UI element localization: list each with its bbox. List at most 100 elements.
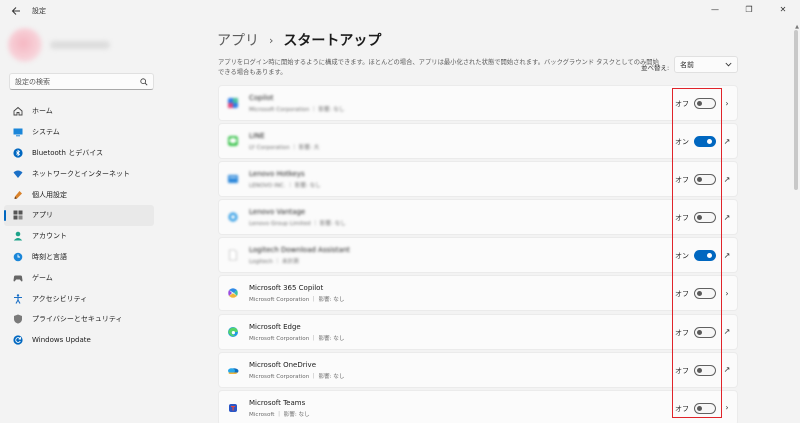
list-item: Lenovo Vantage Lenovo Group Limited ｜ 影響… <box>218 199 738 236</box>
open-external-icon[interactable]: ↗ <box>722 174 732 184</box>
sidebar-item-privacy[interactable]: プライバシーとセキュリティ <box>4 309 154 330</box>
app-details: Microsoft Corporation ｜ 影響: なし <box>249 107 345 113</box>
search-input[interactable]: 設定の検索 <box>9 73 154 90</box>
sidebar-item-personalization[interactable]: 個人用設定 <box>4 184 154 205</box>
privacy-icon <box>13 314 23 324</box>
account-icon <box>13 231 23 241</box>
back-button[interactable] <box>4 0 28 22</box>
system-icon <box>13 127 23 137</box>
restore-button[interactable]: ❐ <box>732 0 766 18</box>
network-icon <box>13 169 23 179</box>
microsoft-edge-app-icon <box>228 326 238 337</box>
list-item: Microsoft OneDrive Microsoft Corporation… <box>218 351 738 388</box>
sidebar-item-accessibility[interactable]: アクセシビリティ <box>4 288 154 309</box>
search-icon <box>140 77 148 85</box>
sidebar-item-label: Windows Update <box>32 336 91 345</box>
sidebar-item-label: システム <box>32 128 60 137</box>
sidebar-item-system[interactable]: システム <box>4 122 154 143</box>
breadcrumb-parent[interactable]: アプリ <box>217 30 259 50</box>
app-details: LY Corporation ｜ 影響: 大 <box>249 145 320 152</box>
app-details: Microsoft Corporation ｜ 影響: なし <box>249 335 345 342</box>
sidebar-item-label: アクセシビリティ <box>32 294 88 303</box>
logitech-app-icon <box>229 250 237 261</box>
open-external-icon[interactable]: ↗ <box>722 365 732 375</box>
app-name: Microsoft 365 Copilot <box>249 284 324 293</box>
app-name: Copilot <box>249 94 274 102</box>
app-details: Microsoft ｜ 影響: なし <box>249 411 310 418</box>
chevron-right-icon[interactable]: › <box>722 403 732 413</box>
accessibility-icon <box>13 293 23 304</box>
list-item: Microsoft Teams Microsoft ｜ 影響: なし オフ › <box>218 389 738 423</box>
onedrive-app-icon <box>228 367 239 374</box>
title-bar: 設定 — ❐ ✕ <box>0 0 800 22</box>
chevron-right-icon[interactable]: › <box>722 288 732 298</box>
sidebar-item-label: Bluetooth とデバイス <box>32 148 103 157</box>
sort-value: 名前 <box>680 60 694 69</box>
app-name: Lenovo Vantage <box>249 208 306 217</box>
app-name: LINE <box>249 132 265 141</box>
app-name: Microsoft OneDrive <box>249 360 316 369</box>
user-name-blurred <box>50 41 110 49</box>
lenovo-hotkeys-app-icon <box>228 175 238 184</box>
sidebar-item-network[interactable]: ネットワークとインターネット <box>4 163 154 184</box>
time-language-icon <box>13 252 23 262</box>
sidebar-item-accounts[interactable]: アカウント <box>4 226 154 247</box>
sidebar-item-label: ネットワークとインターネット <box>32 169 130 178</box>
app-name: Logitech Download Assistant <box>249 246 350 255</box>
sidebar-item-home[interactable]: ホーム <box>4 101 154 122</box>
personalization-icon <box>13 190 23 200</box>
breadcrumb-separator: › <box>269 33 274 47</box>
sidebar-item-label: 時刻と言語 <box>32 252 67 261</box>
page-description: アプリをログイン時に開始するように構成できます。ほとんどの場合、アプリは最小化さ… <box>218 59 659 76</box>
bluetooth-icon <box>13 148 23 158</box>
page-title: スタートアップ <box>283 33 382 49</box>
user-profile[interactable] <box>8 28 128 62</box>
sidebar-item-windows-update[interactable]: Windows Update <box>4 330 154 351</box>
list-item: Microsoft Edge Microsoft Corporation ｜ 影… <box>218 313 738 350</box>
sidebar-item-label: プライバシーとセキュリティ <box>32 315 123 324</box>
sidebar-item-apps[interactable]: アプリ <box>4 204 154 226</box>
sidebar-item-label: ホーム <box>32 107 53 116</box>
sidebar-item-time-language[interactable]: 時刻と言語 <box>4 247 154 268</box>
open-external-icon[interactable]: ↗ <box>722 136 732 146</box>
sort-label: 並べ替え: <box>641 64 670 72</box>
app-details: Microsoft Corporation ｜ 影響: なし <box>249 297 345 304</box>
lenovo-vantage-app-icon <box>228 212 238 222</box>
app-details: Logitech ｜ 未計測 <box>249 259 299 266</box>
scrollbar[interactable] <box>794 30 798 190</box>
list-item: Copilot Microsoft Corporation ｜ 影響: なし オ… <box>218 85 738 121</box>
breadcrumb: アプリ › スタートアップ <box>217 30 381 50</box>
microsoft-teams-app-icon <box>229 403 237 412</box>
app-details: LENOVO INC. ｜ 影響: なし <box>249 183 321 190</box>
annotation-highlight-box <box>672 88 722 418</box>
startup-app-list: Copilot Microsoft Corporation ｜ 影響: なし オ… <box>218 85 738 423</box>
window-controls: — ❐ ✕ <box>698 0 800 18</box>
list-item: Microsoft 365 Copilot Microsoft Corporat… <box>218 275 738 312</box>
open-external-icon[interactable]: ↗ <box>722 250 732 260</box>
apps-icon <box>13 210 23 220</box>
window-title: 設定 <box>32 7 46 15</box>
open-external-icon[interactable]: ↗ <box>722 212 732 222</box>
sidebar-item-gaming[interactable]: ゲーム <box>4 267 154 288</box>
sort-dropdown[interactable]: 名前 <box>674 56 738 73</box>
close-button[interactable]: ✕ <box>766 0 800 18</box>
app-name: Microsoft Edge <box>249 322 301 331</box>
avatar <box>8 28 42 62</box>
app-name: Microsoft Teams <box>249 398 306 407</box>
app-details: Lenovo Group Limited ｜ 影響: なし <box>249 221 346 228</box>
sidebar-item-bluetooth[interactable]: Bluetooth とデバイス <box>4 143 154 164</box>
windows-update-icon <box>13 335 23 345</box>
gaming-icon <box>13 273 23 283</box>
list-item: Lenovo Hotkeys LENOVO INC. ｜ 影響: なし オフ ↗ <box>218 161 738 198</box>
list-item: Logitech Download Assistant Logitech ｜ 未… <box>218 237 738 274</box>
list-item: LINE LY Corporation ｜ 影響: 大 オン ↗ <box>218 123 738 160</box>
copilot-app-icon <box>228 98 238 108</box>
chevron-down-icon <box>725 62 732 67</box>
app-name: Lenovo Hotkeys <box>249 170 305 179</box>
microsoft-365-copilot-app-icon <box>228 288 238 299</box>
sidebar-nav: ホーム システム Bluetooth とデバイス ネットワークとインターネット … <box>4 101 154 351</box>
chevron-right-icon[interactable]: › <box>722 98 732 108</box>
open-external-icon[interactable]: ↗ <box>722 327 732 337</box>
home-icon <box>13 106 23 116</box>
minimize-button[interactable]: — <box>698 0 732 18</box>
